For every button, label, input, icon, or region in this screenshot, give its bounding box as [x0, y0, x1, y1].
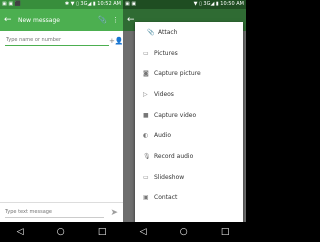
status-right: ✱ ▼ ▯ 3G◢ ▮ 10:52 AM: [64, 1, 121, 7]
recipient-input[interactable]: [5, 35, 109, 46]
notification-icons: ▣ ▣: [125, 1, 137, 7]
notification-icons: ▣ ▣ ⬛: [2, 1, 21, 7]
status-bar: ▣ ▣ ⬛ ✱ ▼ ▯ 3G◢ ▮ 10:52 AM: [0, 0, 123, 9]
menu-item-label: Contact: [154, 194, 178, 202]
nav-recent-icon[interactable]: □: [98, 227, 107, 237]
nav-back-icon[interactable]: ◁: [17, 227, 24, 237]
new-message-screen: ▣ ▣ ⬛ ✱ ▼ ▯ 3G◢ ▮ 10:52 AM ← New message…: [0, 0, 123, 242]
menu-item-label: Record audio: [154, 152, 194, 160]
microphone-icon: 🎙: [143, 152, 151, 160]
attach-icon[interactable]: 📎: [98, 16, 107, 24]
toolbar-title: New message: [18, 16, 60, 24]
menu-item-label: Audio: [154, 132, 172, 140]
menu-item-label: Slideshow: [154, 173, 185, 181]
navigation-bar: ◁ ○ □: [0, 222, 123, 242]
menu-item-pictures[interactable]: ▭ Pictures: [135, 43, 243, 64]
navigation-bar: ◁ ○ □: [123, 222, 246, 242]
video-camera-icon: ■: [143, 111, 149, 119]
menu-item-capture-picture[interactable]: ◙ Capture picture: [135, 63, 243, 84]
compose-bar: ➤: [0, 202, 123, 222]
attach-menu: 📎 Attach ▭ Pictures ◙ Capture picture ▷ …: [135, 22, 243, 222]
menu-item-slideshow[interactable]: ▭ Slideshow: [135, 167, 243, 188]
nav-home-icon[interactable]: ○: [57, 227, 65, 237]
overflow-menu-icon[interactable]: ⋮: [112, 16, 119, 24]
paperclip-icon: 📎: [147, 28, 155, 36]
menu-item-capture-video[interactable]: ■ Capture video: [135, 105, 243, 126]
status-right: ▼ ▯ 3G◢ ▮ 10:50 AM: [193, 1, 244, 7]
back-arrow-icon[interactable]: ←: [4, 15, 18, 25]
slideshow-icon: ▭: [143, 173, 149, 181]
menu-item-label: Capture picture: [154, 70, 201, 78]
contact-icon: ▣: [143, 194, 149, 202]
menu-item-audio[interactable]: ◐ Audio: [135, 125, 243, 146]
message-input[interactable]: [5, 207, 104, 218]
menu-item-contact[interactable]: ▣ Contact: [135, 188, 243, 209]
recipient-row: +👤: [5, 34, 123, 47]
app-toolbar: ← New message 📎 ⋮: [0, 9, 123, 31]
status-bar: ▣ ▣ ▼ ▯ 3G◢ ▮ 10:50 AM: [123, 0, 246, 9]
picture-icon: ▭: [143, 49, 149, 57]
audio-icon: ◐: [143, 132, 149, 140]
nav-recent-icon[interactable]: □: [221, 227, 230, 237]
send-icon[interactable]: ➤: [104, 208, 118, 218]
menu-item-label: Capture video: [154, 111, 197, 119]
menu-item-label: Videos: [154, 90, 174, 98]
attach-menu-screen: ▣ ▣ ▼ ▯ 3G◢ ▮ 10:50 AM ← 📎 Attach ▭ Pict…: [123, 0, 246, 242]
video-icon: ▷: [143, 90, 148, 98]
camera-icon: ◙: [143, 70, 149, 78]
add-contact-icon[interactable]: +👤: [109, 37, 123, 45]
menu-item-record-audio[interactable]: 🎙 Record audio: [135, 146, 243, 167]
nav-back-icon[interactable]: ◁: [140, 227, 147, 237]
nav-home-icon[interactable]: ○: [180, 227, 188, 237]
menu-item-label: Attach: [158, 28, 178, 36]
menu-item-label: Pictures: [154, 49, 178, 57]
menu-item-videos[interactable]: ▷ Videos: [135, 84, 243, 105]
menu-item-attach: 📎 Attach: [135, 22, 243, 43]
